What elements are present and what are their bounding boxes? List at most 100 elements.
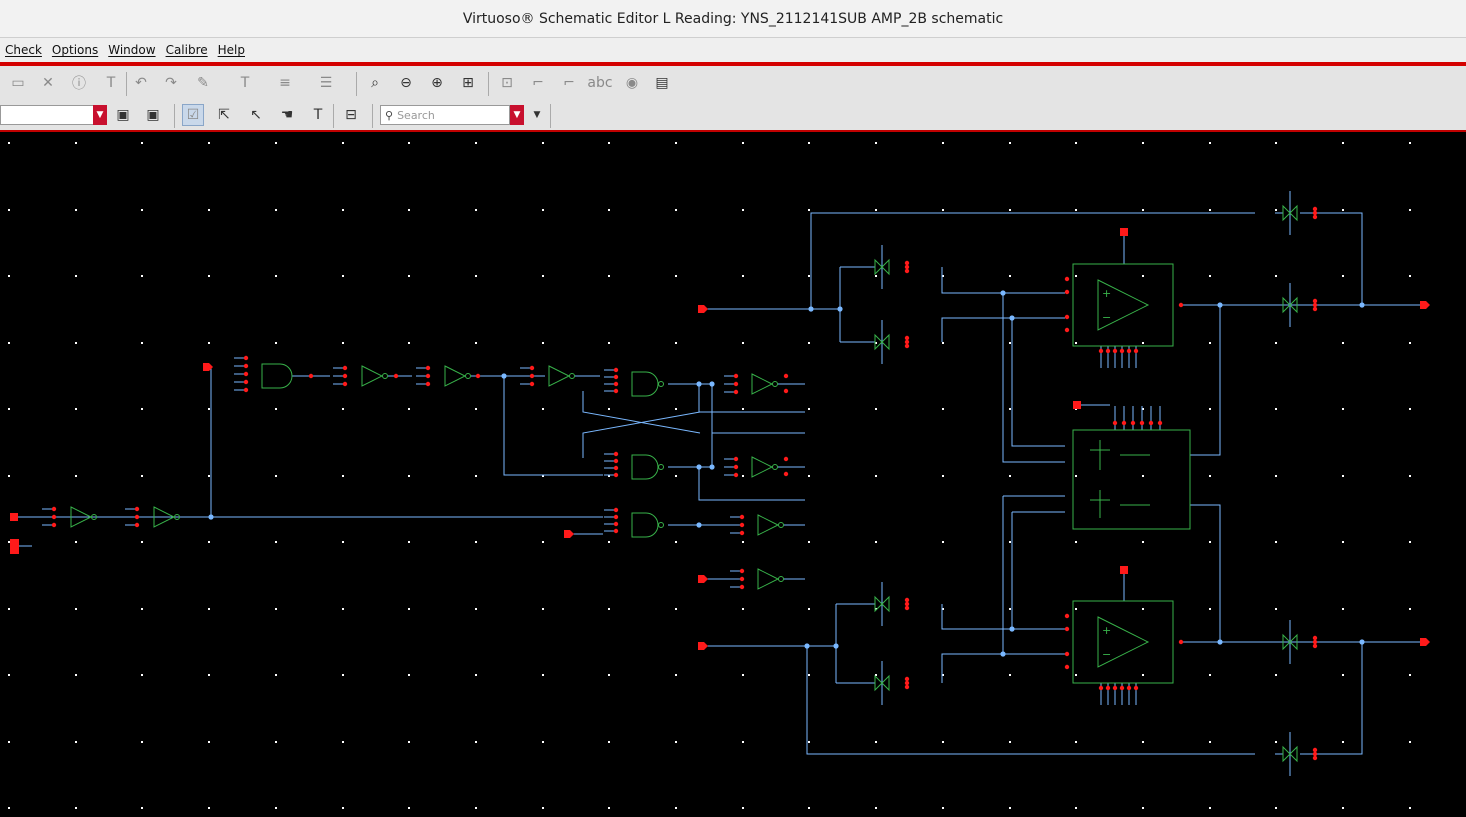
save-icon[interactable]: ▭ xyxy=(7,72,29,94)
opamp-minus: − xyxy=(1102,648,1111,661)
text-pointer-icon[interactable]: T xyxy=(307,104,329,126)
grid-dot xyxy=(141,408,143,410)
grid-dot xyxy=(1142,741,1144,743)
pin-stub xyxy=(613,521,619,527)
grid-dot xyxy=(275,608,277,610)
grid-dot xyxy=(1275,541,1277,543)
pin-stub xyxy=(1133,685,1139,691)
pin-stub xyxy=(51,506,57,512)
grid-dot xyxy=(8,741,10,743)
menu-help[interactable]: Help xyxy=(213,43,250,57)
wire-icon[interactable]: ⌐ xyxy=(527,72,549,94)
inverter-symbol xyxy=(751,456,774,478)
nand-gate-bubble xyxy=(658,522,664,528)
pin-stub xyxy=(1064,314,1070,320)
zoom-fit-icon[interactable]: ⌕ xyxy=(364,72,386,94)
wire-alt-icon[interactable]: ⌐ xyxy=(558,72,580,94)
pin-stub xyxy=(1112,348,1118,354)
grid-dot xyxy=(342,475,344,477)
pin-stub xyxy=(904,597,910,603)
grid-dot xyxy=(475,342,477,344)
pin-stub xyxy=(739,576,745,582)
grid-dot xyxy=(1409,342,1411,344)
pin-icon[interactable]: ◉ xyxy=(621,72,643,94)
pin-stub xyxy=(904,264,910,270)
zoom-out-icon[interactable]: ⊖ xyxy=(395,72,417,94)
grid-dot xyxy=(1275,408,1277,410)
opamp-plus: + xyxy=(1102,624,1111,637)
pin-stub xyxy=(1312,306,1318,312)
property-icon[interactable]: ⊟ xyxy=(340,104,362,126)
distribute-icon[interactable]: ☰ xyxy=(315,72,337,94)
grid-dot xyxy=(475,142,477,144)
align-icon[interactable]: ≡ xyxy=(274,72,296,94)
pin-stub xyxy=(342,373,348,379)
edit-icon[interactable]: ✎ xyxy=(192,72,214,94)
undo-icon[interactable]: ↶ xyxy=(130,72,152,94)
zoom-in-icon[interactable]: ⊕ xyxy=(426,72,448,94)
wire-junction xyxy=(709,381,715,387)
combo-dropdown-icon[interactable]: ▼ xyxy=(93,105,107,125)
pin-stub xyxy=(243,379,249,385)
search-options-icon[interactable]: ▼ xyxy=(529,104,545,126)
grid-dot xyxy=(1209,142,1211,144)
grid-dot xyxy=(1209,475,1211,477)
pin-stub xyxy=(1126,685,1132,691)
grid-dot xyxy=(608,342,610,344)
pin-stub xyxy=(783,456,789,462)
zoom-area-icon[interactable]: ⊞ xyxy=(457,72,479,94)
grid-dot xyxy=(1275,142,1277,144)
window-alt-icon[interactable]: ▣ xyxy=(142,104,164,126)
redo-icon[interactable]: ↷ xyxy=(160,72,182,94)
grid-dot xyxy=(608,142,610,144)
search-dropdown-icon[interactable]: ▼ xyxy=(510,105,524,125)
wire xyxy=(941,653,1065,683)
pin-stub xyxy=(134,514,140,520)
pin-stub xyxy=(1105,685,1111,691)
grid-dot xyxy=(608,674,610,676)
opamp-box xyxy=(1072,263,1174,347)
abc-icon[interactable]: abc xyxy=(587,72,612,94)
menu-calibre[interactable]: Calibre xyxy=(161,43,213,57)
grid-dot xyxy=(75,807,77,809)
text-icon[interactable]: T xyxy=(100,72,122,94)
select-area-icon[interactable]: ⇱ xyxy=(213,104,235,126)
info-icon[interactable]: ⓘ xyxy=(68,72,90,94)
grid-dot xyxy=(942,475,944,477)
search-input[interactable]: ⚲ Search xyxy=(380,105,510,125)
grid-dot xyxy=(1009,408,1011,410)
grid-dot xyxy=(1075,541,1077,543)
pin-stub xyxy=(1312,643,1318,649)
close-icon[interactable]: ✕ xyxy=(37,72,59,94)
label-icon[interactable]: T xyxy=(234,72,256,94)
pin-stub xyxy=(134,522,140,528)
grid-dot xyxy=(675,608,677,610)
grid-dot xyxy=(408,541,410,543)
grid-dot xyxy=(408,408,410,410)
pin-stub xyxy=(904,601,910,607)
grid-dot xyxy=(275,275,277,277)
grid-dot xyxy=(808,275,810,277)
grid-dot xyxy=(342,408,344,410)
pin-stub xyxy=(739,568,745,574)
grid-dot xyxy=(1009,275,1011,277)
add-instance-icon[interactable]: ⊡ xyxy=(496,72,518,94)
pointer-hand-icon[interactable]: ☚ xyxy=(276,104,298,126)
view-combo[interactable] xyxy=(0,105,96,125)
grid-dot xyxy=(675,209,677,211)
window-icon[interactable]: ▣ xyxy=(112,104,134,126)
pin-stub xyxy=(1119,348,1125,354)
select-check-icon[interactable]: ☑ xyxy=(182,104,204,126)
sheet-icon[interactable]: ▤ xyxy=(651,72,673,94)
menu-options[interactable]: Options xyxy=(47,43,103,57)
grid-dot xyxy=(1142,342,1144,344)
menu-check[interactable]: Check xyxy=(0,43,47,57)
grid-dot xyxy=(342,807,344,809)
pin-stub xyxy=(904,343,910,349)
pointer-icon[interactable]: ↖ xyxy=(245,104,267,126)
pin-stub xyxy=(904,339,910,345)
inverter-symbol xyxy=(548,365,571,387)
menu-window[interactable]: Window xyxy=(103,43,160,57)
grid-dot xyxy=(675,408,677,410)
schematic-canvas[interactable]: + − + − xyxy=(0,132,1466,813)
